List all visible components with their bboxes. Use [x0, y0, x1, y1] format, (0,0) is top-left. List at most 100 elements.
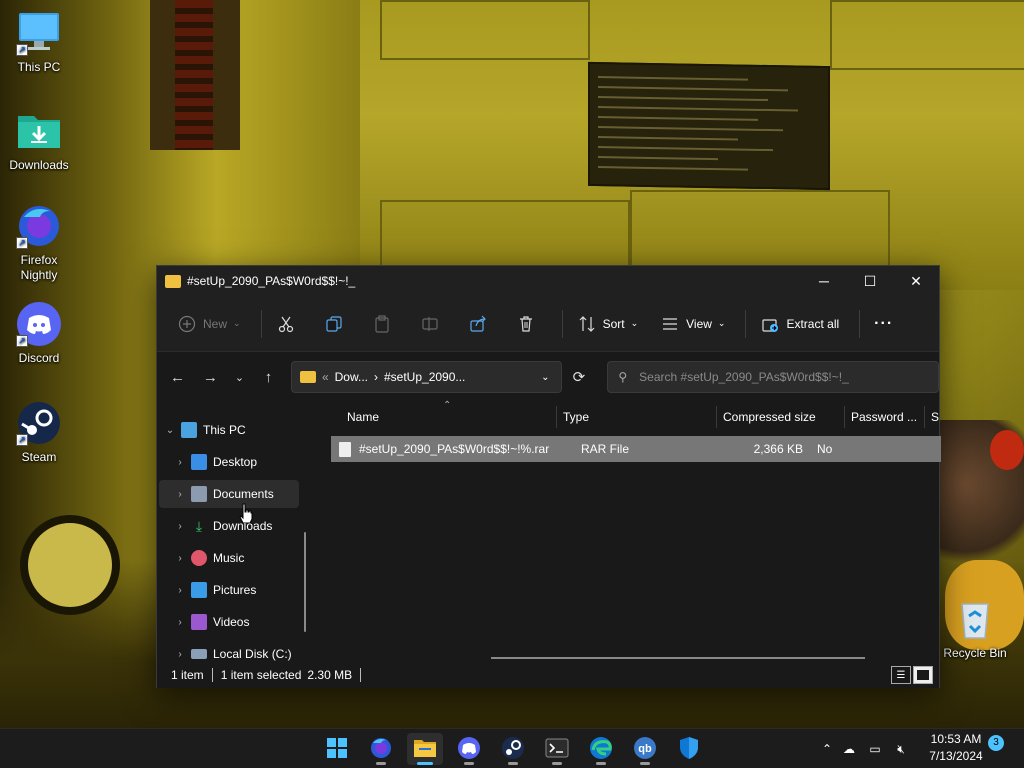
taskbar-clock[interactable]: 10:53 AM 7/13/2024: [920, 731, 992, 765]
arrow-up-icon: ↑: [264, 368, 273, 386]
paste-button[interactable]: [364, 308, 406, 340]
start-button[interactable]: [319, 733, 355, 765]
horizontal-scrollbar[interactable]: [491, 657, 865, 659]
status-selected: 1 item selected: [220, 668, 302, 682]
desktop-icon-discord[interactable]: ↗ Discord: [1, 301, 77, 366]
search-input[interactable]: ⚲ Search #setUp_2090_PAs$W0rd$$!~!_: [607, 361, 939, 393]
new-button[interactable]: New ⌄: [169, 308, 249, 340]
taskbar-windows-security[interactable]: [671, 733, 707, 765]
taskbar-qbittorrent[interactable]: qb: [627, 733, 663, 765]
chevron-right-icon: ›: [178, 552, 182, 564]
file-type: RAR File: [581, 442, 630, 456]
taskbar-file-explorer[interactable]: [407, 733, 443, 765]
recent-locations-button[interactable]: ⌄: [227, 361, 252, 393]
column-header-password[interactable]: Password ...: [851, 402, 917, 432]
clock-date: 7/13/2024: [929, 749, 983, 763]
downloads-icon: ⤓: [195, 518, 203, 534]
more-options-button[interactable]: ···: [866, 308, 901, 340]
local-disk-icon: [191, 649, 207, 659]
share-button[interactable]: [460, 308, 502, 340]
volume-muted-icon[interactable]: 🔇︎: [888, 742, 914, 757]
taskbar-firefox-nightly[interactable]: [363, 733, 399, 765]
taskbar-edge[interactable]: [583, 733, 619, 765]
system-tray: ⌃ ☁ ▭ 🔇︎: [818, 729, 914, 768]
nav-item-this-pc[interactable]: ⌄ This PC: [159, 416, 299, 444]
arrow-left-icon: ←: [169, 368, 185, 386]
desktop-icon-downloads[interactable]: Downloads: [1, 108, 77, 173]
trash-icon: [516, 314, 536, 334]
downloads-folder-icon: [16, 108, 62, 154]
column-header-type[interactable]: Type: [563, 402, 589, 432]
desktop-icon-recycle-bin[interactable]: Recycle Bin: [937, 596, 1013, 661]
edge-icon: [589, 736, 613, 763]
defender-icon: [678, 736, 700, 763]
desktop-icon-this-pc[interactable]: ↗ This PC: [1, 10, 77, 75]
nav-item-documents[interactable]: › Documents: [159, 480, 299, 508]
desktop-icon-steam[interactable]: ↗ Steam: [1, 400, 77, 465]
mouse-cursor-hand: [239, 503, 253, 524]
taskbar-steam[interactable]: [495, 733, 531, 765]
address-dropdown-icon[interactable]: ⌄: [541, 372, 549, 383]
rename-button[interactable]: [412, 308, 454, 340]
copy-button[interactable]: [316, 308, 358, 340]
address-bar[interactable]: « Dow... › #setUp_2090... ⌄: [290, 361, 563, 393]
chevron-down-icon: ⌄: [234, 371, 245, 384]
scissors-icon: [276, 314, 296, 334]
column-header-compressed-size[interactable]: Compressed size: [723, 402, 816, 432]
nav-item-pictures[interactable]: › Pictures: [169, 576, 309, 604]
view-button[interactable]: View ⌄: [652, 308, 733, 340]
column-header-size[interactable]: Si: [931, 402, 939, 432]
folder-icon: [299, 371, 316, 383]
extract-all-button[interactable]: Extract all: [752, 308, 847, 340]
table-row[interactable]: #setUp_2090_PAs$W0rd$$!~!%.rar RAR File …: [331, 436, 941, 462]
command-bar: New ⌄ Sort ⌄ View ⌄ Extract all ···: [157, 296, 939, 352]
window-title: #setUp_2090_PAs$W0rd$$!~!_: [187, 274, 356, 288]
videos-icon: [191, 614, 207, 630]
minimize-button[interactable]: ─: [801, 266, 847, 296]
show-hidden-icons-chevron-icon[interactable]: ⌃: [818, 742, 836, 756]
chevron-right-icon: ›: [178, 520, 182, 532]
notification-badge[interactable]: 3: [988, 735, 1004, 751]
network-icon[interactable]: ▭: [862, 742, 888, 756]
nav-item-label: Music: [213, 551, 245, 565]
sort-button[interactable]: Sort ⌄: [569, 308, 647, 340]
nav-scrollbar[interactable]: [304, 532, 306, 632]
firefox-nightly-icon: ↗: [16, 203, 62, 249]
up-button[interactable]: ↑: [252, 361, 285, 393]
nav-item-videos[interactable]: › Videos: [169, 608, 309, 636]
nav-item-label: Pictures: [213, 583, 257, 597]
cut-button[interactable]: [268, 308, 310, 340]
desktop-icon-firefox-nightly[interactable]: ↗ Firefox Nightly: [1, 203, 77, 283]
status-bar: 1 item 1 item selected 2.30 MB ☰: [157, 662, 939, 688]
onedrive-cloud-icon[interactable]: ☁: [836, 742, 862, 756]
back-button[interactable]: ←: [161, 361, 194, 393]
column-header-name[interactable]: Name: [347, 402, 379, 432]
taskbar-terminal[interactable]: [539, 733, 575, 765]
this-pc-icon: [181, 422, 197, 438]
close-button[interactable]: ✕: [893, 266, 939, 296]
desktop-icon-label: This PC: [17, 60, 61, 74]
file-explorer-window[interactable]: #setUp_2090_PAs$W0rd$$!~!_ ─ ☐ ✕ New ⌄ S…: [156, 265, 941, 688]
file-compressed-size: 2,366 KB: [753, 442, 803, 456]
taskbar-discord[interactable]: [451, 733, 487, 765]
refresh-button[interactable]: ⟳: [562, 361, 595, 393]
status-size: 2.30 MB: [307, 668, 353, 682]
desktop-icon-label: Downloads: [9, 158, 69, 172]
title-bar[interactable]: #setUp_2090_PAs$W0rd$$!~!_ ─ ☐ ✕: [157, 266, 939, 296]
extract-icon: [760, 314, 780, 334]
forward-button[interactable]: →: [194, 361, 227, 393]
address-row: ← → ⌄ ↑ « Dow... › #setUp_2090... ⌄ ⟳ ⚲ …: [157, 352, 939, 402]
breadcrumb-downloads[interactable]: Dow...: [335, 370, 368, 384]
nav-item-label: Videos: [213, 615, 250, 629]
sort-ascending-icon: ⌃: [443, 400, 452, 411]
maximize-button[interactable]: ☐: [847, 266, 893, 296]
rename-icon: [420, 314, 440, 334]
nav-item-music[interactable]: › Music: [169, 544, 309, 572]
desktop-icon-label: Discord: [18, 351, 60, 365]
tiles-view-button[interactable]: [913, 666, 933, 684]
view-list-icon: [660, 314, 680, 334]
details-view-button[interactable]: ☰: [891, 666, 911, 684]
breadcrumb-current[interactable]: #setUp_2090...: [384, 370, 465, 384]
delete-button[interactable]: [508, 308, 550, 340]
nav-item-desktop[interactable]: › Desktop: [169, 448, 309, 476]
